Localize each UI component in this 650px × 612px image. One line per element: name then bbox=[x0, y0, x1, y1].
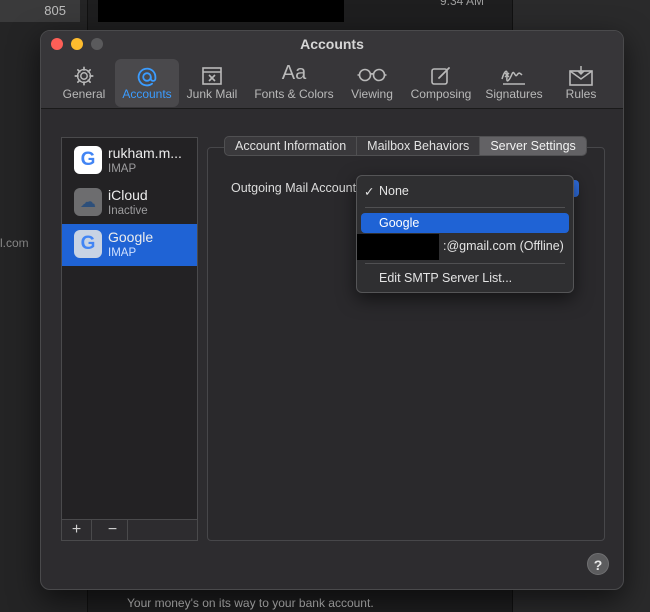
unread-count-badge: 805 bbox=[0, 0, 80, 22]
account-row-icloud[interactable]: ☁ iCloud Inactive bbox=[62, 182, 197, 224]
account-row-google[interactable]: G Google IMAP bbox=[62, 224, 197, 266]
menu-item-google[interactable]: Google bbox=[361, 213, 569, 233]
account-type: Inactive bbox=[108, 205, 148, 217]
signature-icon bbox=[481, 59, 547, 87]
account-type: IMAP bbox=[108, 247, 137, 259]
junk-tray-icon bbox=[181, 59, 243, 87]
google-logo-icon: G bbox=[74, 230, 102, 258]
toolbar-composing[interactable]: Composing bbox=[405, 59, 477, 107]
menu-item-label: None bbox=[379, 184, 409, 198]
toolbar-label: Junk Mail bbox=[186, 87, 238, 101]
account-name: Google bbox=[108, 229, 154, 245]
checkmark-icon: ✓ bbox=[364, 185, 375, 199]
toolbar-rules[interactable]: Rules bbox=[553, 59, 609, 107]
toolbar-label: Fonts & Colors bbox=[254, 87, 334, 101]
toolbar-label: Signatures bbox=[485, 87, 543, 101]
outgoing-mail-account-label: Outgoing Mail Account bbox=[231, 181, 357, 195]
glasses-icon bbox=[345, 59, 399, 87]
rules-envelope-icon bbox=[553, 59, 609, 87]
at-icon bbox=[115, 59, 179, 87]
background-message-snippet: Your money's on its way to your bank acc… bbox=[127, 596, 374, 610]
accounts-list-footer: + − bbox=[61, 519, 198, 541]
redacted-email-block bbox=[357, 234, 439, 260]
outgoing-account-menu: ✓ None Google :@gmail.com (Offline) Edit… bbox=[356, 175, 574, 293]
tab-account-information[interactable]: Account Information bbox=[225, 137, 358, 155]
toolbar-label: Accounts bbox=[122, 87, 172, 101]
preferences-toolbar: General Accounts Junk Mail Aa Fonts & Co… bbox=[41, 57, 623, 109]
menu-item-label: Edit SMTP Server List... bbox=[379, 271, 513, 285]
account-type: IMAP bbox=[108, 163, 137, 175]
toolbar-label: General bbox=[62, 87, 106, 101]
account-name: rukham.m... bbox=[108, 145, 182, 161]
menu-separator bbox=[365, 207, 565, 208]
help-button[interactable]: ? bbox=[587, 553, 609, 575]
account-tabs: Account Information Mailbox Behaviors Se… bbox=[224, 136, 587, 156]
tab-mailbox-behaviors[interactable]: Mailbox Behaviors bbox=[357, 137, 481, 155]
toolbar-signatures[interactable]: Signatures bbox=[481, 59, 547, 107]
add-account-button[interactable]: + bbox=[62, 520, 92, 540]
toolbar-accounts[interactable]: Accounts bbox=[115, 59, 179, 107]
accounts-preferences-window: Accounts General Accounts Junk Mail Aa F… bbox=[40, 30, 624, 590]
menu-item-none[interactable]: ✓ None bbox=[361, 181, 569, 201]
remove-account-button[interactable]: − bbox=[98, 520, 128, 540]
compose-icon bbox=[405, 59, 477, 87]
background-email-snippet: l.com bbox=[0, 236, 29, 250]
toolbar-junk-mail[interactable]: Junk Mail bbox=[181, 59, 243, 107]
toolbar-viewing[interactable]: Viewing bbox=[345, 59, 399, 107]
window-titlebar: Accounts General Accounts Junk Mail Aa F… bbox=[41, 31, 623, 109]
google-logo-icon: G bbox=[74, 146, 102, 174]
account-row-rukham[interactable]: G rukham.m... IMAP bbox=[62, 140, 197, 182]
toolbar-general[interactable]: General bbox=[57, 59, 111, 107]
toolbar-fonts-colors[interactable]: Aa Fonts & Colors bbox=[249, 59, 339, 107]
window-title: Accounts bbox=[300, 36, 364, 52]
font-icon: Aa bbox=[281, 62, 307, 84]
account-name: iCloud bbox=[108, 187, 148, 203]
background-timestamp: 9:34 AM bbox=[440, 0, 485, 8]
accounts-list[interactable]: G rukham.m... IMAP ☁ iCloud Inactive G G… bbox=[61, 137, 198, 541]
menu-item-label: Google bbox=[379, 216, 420, 230]
toolbar-label: Viewing bbox=[351, 87, 393, 101]
toolbar-label: Rules bbox=[565, 87, 597, 101]
menu-item-label: :@gmail.com (Offline) bbox=[443, 239, 564, 253]
background-redacted-block bbox=[98, 0, 344, 22]
icloud-logo-icon: ☁ bbox=[74, 188, 102, 216]
gear-icon bbox=[57, 59, 111, 87]
menu-separator bbox=[365, 263, 565, 264]
tab-server-settings[interactable]: Server Settings bbox=[480, 137, 586, 155]
menu-item-edit-smtp[interactable]: Edit SMTP Server List... bbox=[361, 268, 569, 288]
toolbar-label: Composing bbox=[410, 87, 472, 101]
